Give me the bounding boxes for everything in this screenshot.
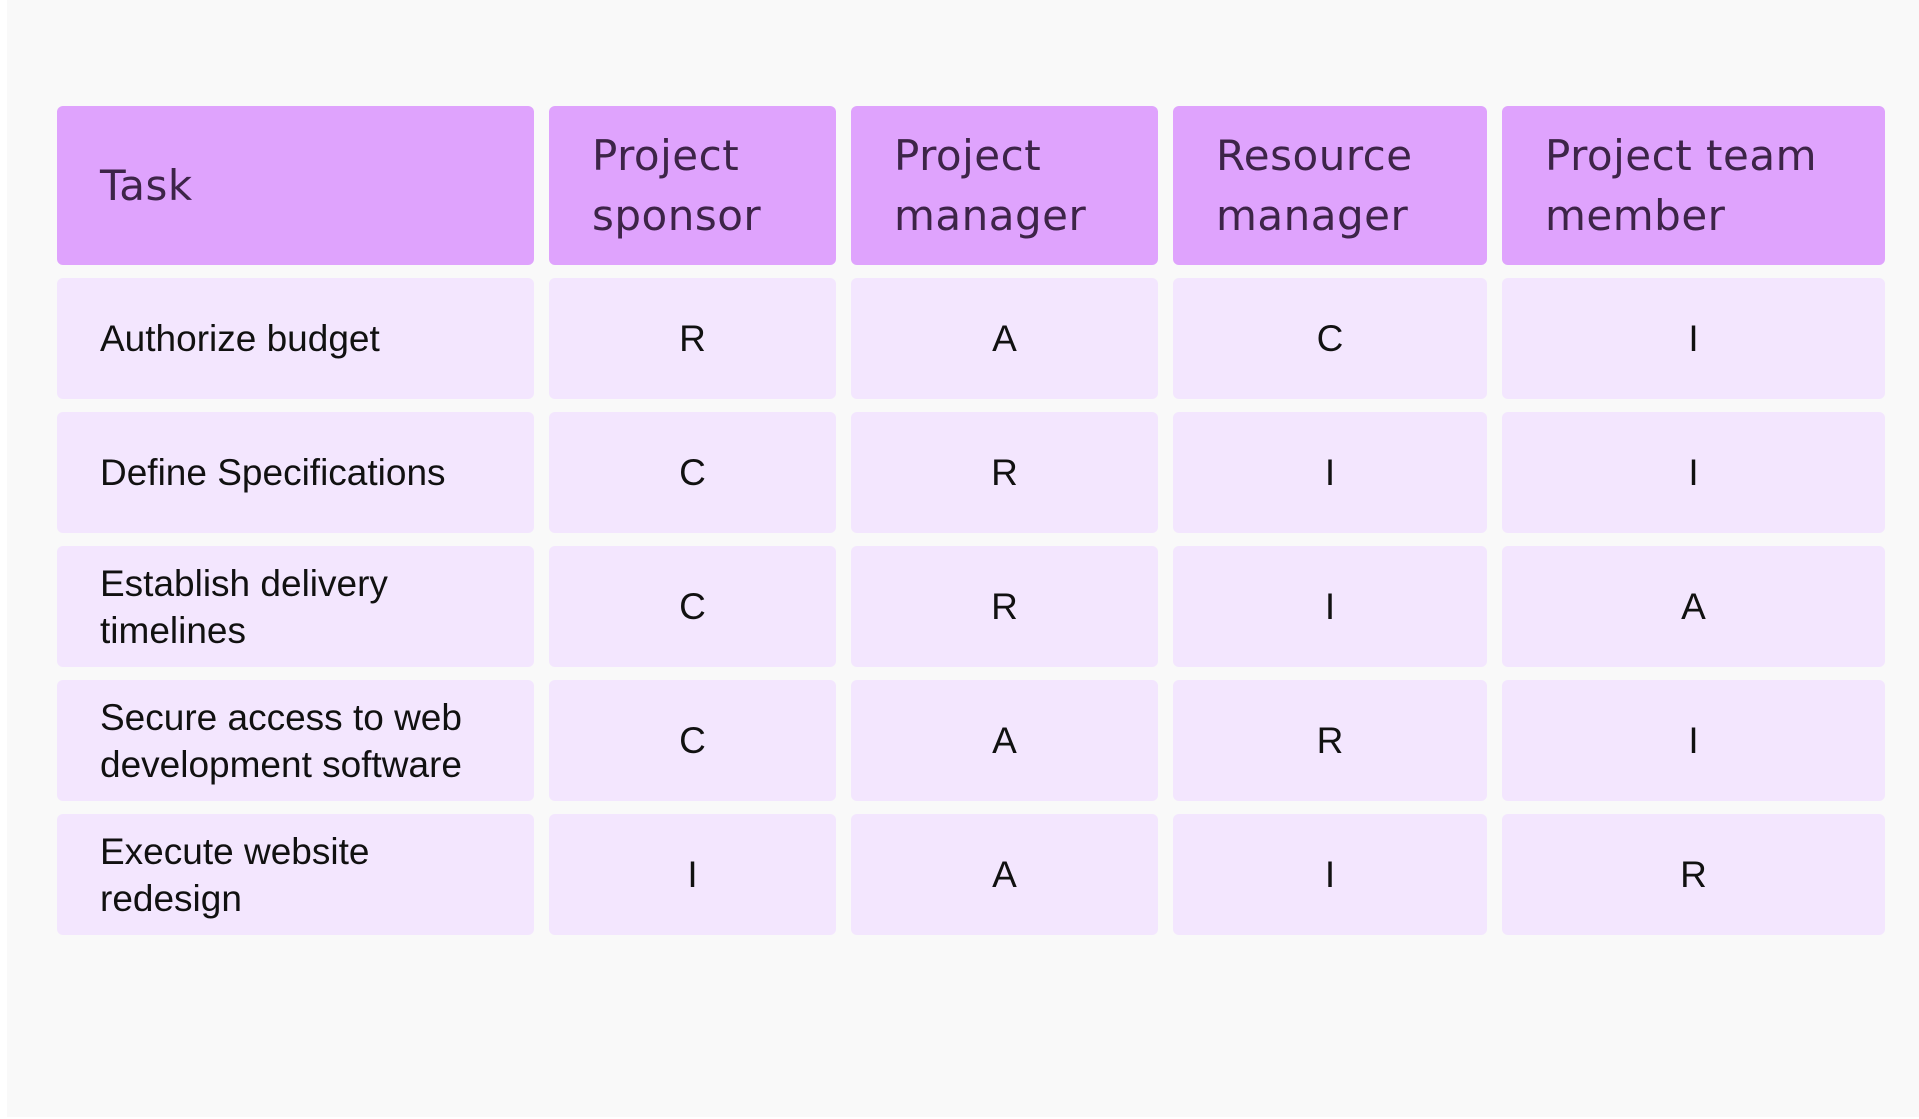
task-cell: Secure access to web development softwar… (57, 680, 534, 801)
task-cell: Authorize budget (57, 278, 534, 399)
raci-cell-resource-manager: R (1173, 680, 1487, 801)
header-project-team-member: Project team member (1502, 106, 1885, 265)
raci-cell-sponsor: C (549, 680, 836, 801)
raci-cell-team-member: A (1502, 546, 1885, 667)
raci-cell-resource-manager: C (1173, 278, 1487, 399)
header-task: Task (57, 106, 534, 265)
raci-cell-manager: R (851, 412, 1158, 533)
raci-cell-manager: A (851, 278, 1158, 399)
raci-cell-resource-manager: I (1173, 412, 1487, 533)
header-project-manager: Project manager (851, 106, 1158, 265)
raci-cell-resource-manager: I (1173, 546, 1487, 667)
raci-cell-team-member: I (1502, 680, 1885, 801)
raci-cell-sponsor: C (549, 412, 836, 533)
task-cell: Establish delivery timelines (57, 546, 534, 667)
raci-cell-manager: A (851, 814, 1158, 935)
task-cell: Define Specifications (57, 412, 534, 533)
header-resource-manager: Resource manager (1173, 106, 1487, 265)
raci-cell-manager: A (851, 680, 1158, 801)
raci-cell-sponsor: I (549, 814, 836, 935)
raci-table: Task Project sponsor Project manager Res… (57, 106, 1885, 935)
raci-cell-team-member: I (1502, 278, 1885, 399)
raci-cell-manager: R (851, 546, 1158, 667)
task-cell: Execute website redesign (57, 814, 534, 935)
canvas: Task Project sponsor Project manager Res… (7, 0, 1919, 1117)
raci-cell-team-member: I (1502, 412, 1885, 533)
header-project-sponsor: Project sponsor (549, 106, 836, 265)
raci-cell-sponsor: R (549, 278, 836, 399)
raci-cell-resource-manager: I (1173, 814, 1487, 935)
raci-cell-sponsor: C (549, 546, 836, 667)
raci-cell-team-member: R (1502, 814, 1885, 935)
